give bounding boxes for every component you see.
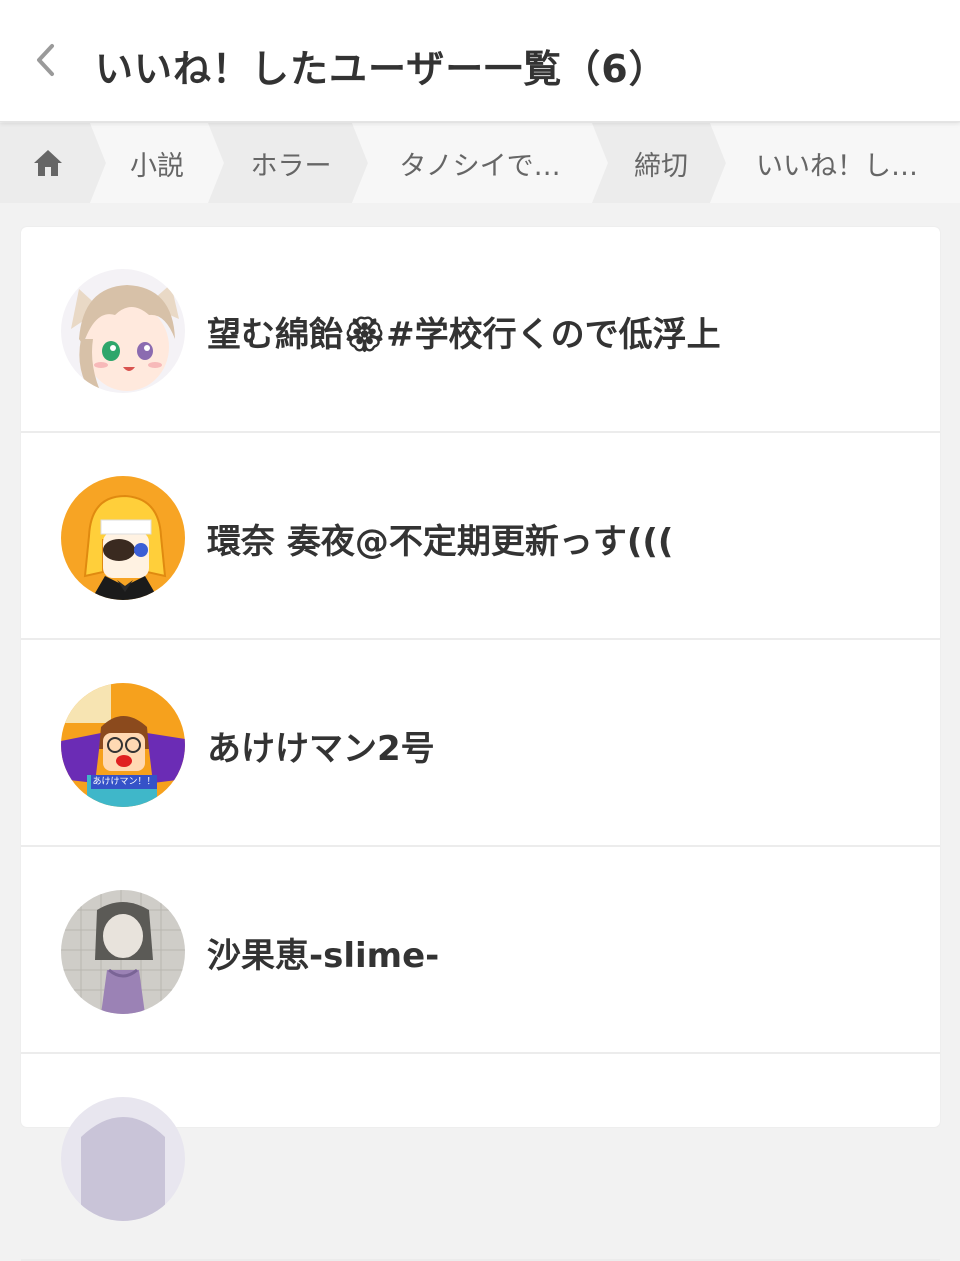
page-title: いいね！したユーザー一覧（6）	[95, 47, 668, 91]
breadcrumb-item-current: いいね！し…	[710, 123, 960, 203]
breadcrumb-item-horror[interactable]: ホラー	[208, 123, 368, 203]
user-avatar[interactable]: あけけマン！！	[61, 683, 185, 807]
breadcrumb-label: いいね！し…	[756, 150, 918, 182]
breadcrumb-label: 締切	[634, 150, 688, 182]
user-list-item[interactable]: 環奈 奏夜@不定期更新っす(((	[21, 434, 940, 640]
breadcrumb-label: 小説	[130, 150, 184, 182]
breadcrumb-item-deadline[interactable]: 締切	[592, 123, 726, 203]
user-avatar[interactable]	[61, 1097, 185, 1221]
user-list: 望む綿飴🏵#学校行くので低浮上 環奈 奏夜@不定期更新っす(((あけけマン！！…	[21, 227, 940, 1261]
avatar-caption: あけけマン！！	[91, 775, 157, 789]
user-name[interactable]: あけけマン2号	[207, 721, 435, 770]
user-name[interactable]: 沙果恵-slime-	[207, 928, 439, 977]
user-name[interactable]: 望む綿飴🏵#学校行くので低浮上	[207, 307, 721, 356]
user-list-item[interactable]: 沙果恵-slime-	[21, 848, 940, 1054]
user-list-item[interactable]	[21, 1055, 940, 1261]
user-avatar[interactable]	[61, 269, 185, 393]
user-list-item[interactable]: 望む綿飴🏵#学校行くので低浮上	[21, 227, 940, 433]
user-avatar[interactable]	[61, 476, 185, 600]
user-avatar[interactable]	[61, 890, 185, 1014]
back-button[interactable]	[22, 36, 70, 84]
user-list-item[interactable]: あけけマン！！ あけけマン2号	[21, 641, 940, 847]
chevron-left-icon	[37, 44, 54, 76]
home-icon	[34, 150, 62, 176]
breadcrumb-item-work[interactable]: タノシイで…	[352, 123, 608, 203]
breadcrumb-label: ホラー	[250, 150, 332, 182]
breadcrumb-label: タノシイで…	[399, 150, 561, 182]
app-header: いいね！したユーザー一覧（6）	[0, 0, 960, 122]
user-name[interactable]: 環奈 奏夜@不定期更新っす(((	[207, 514, 673, 563]
breadcrumb-item-novel[interactable]: 小説	[90, 123, 224, 203]
breadcrumb: 小説 ホラー タノシイで… 締切 いいね！し…	[0, 123, 960, 203]
